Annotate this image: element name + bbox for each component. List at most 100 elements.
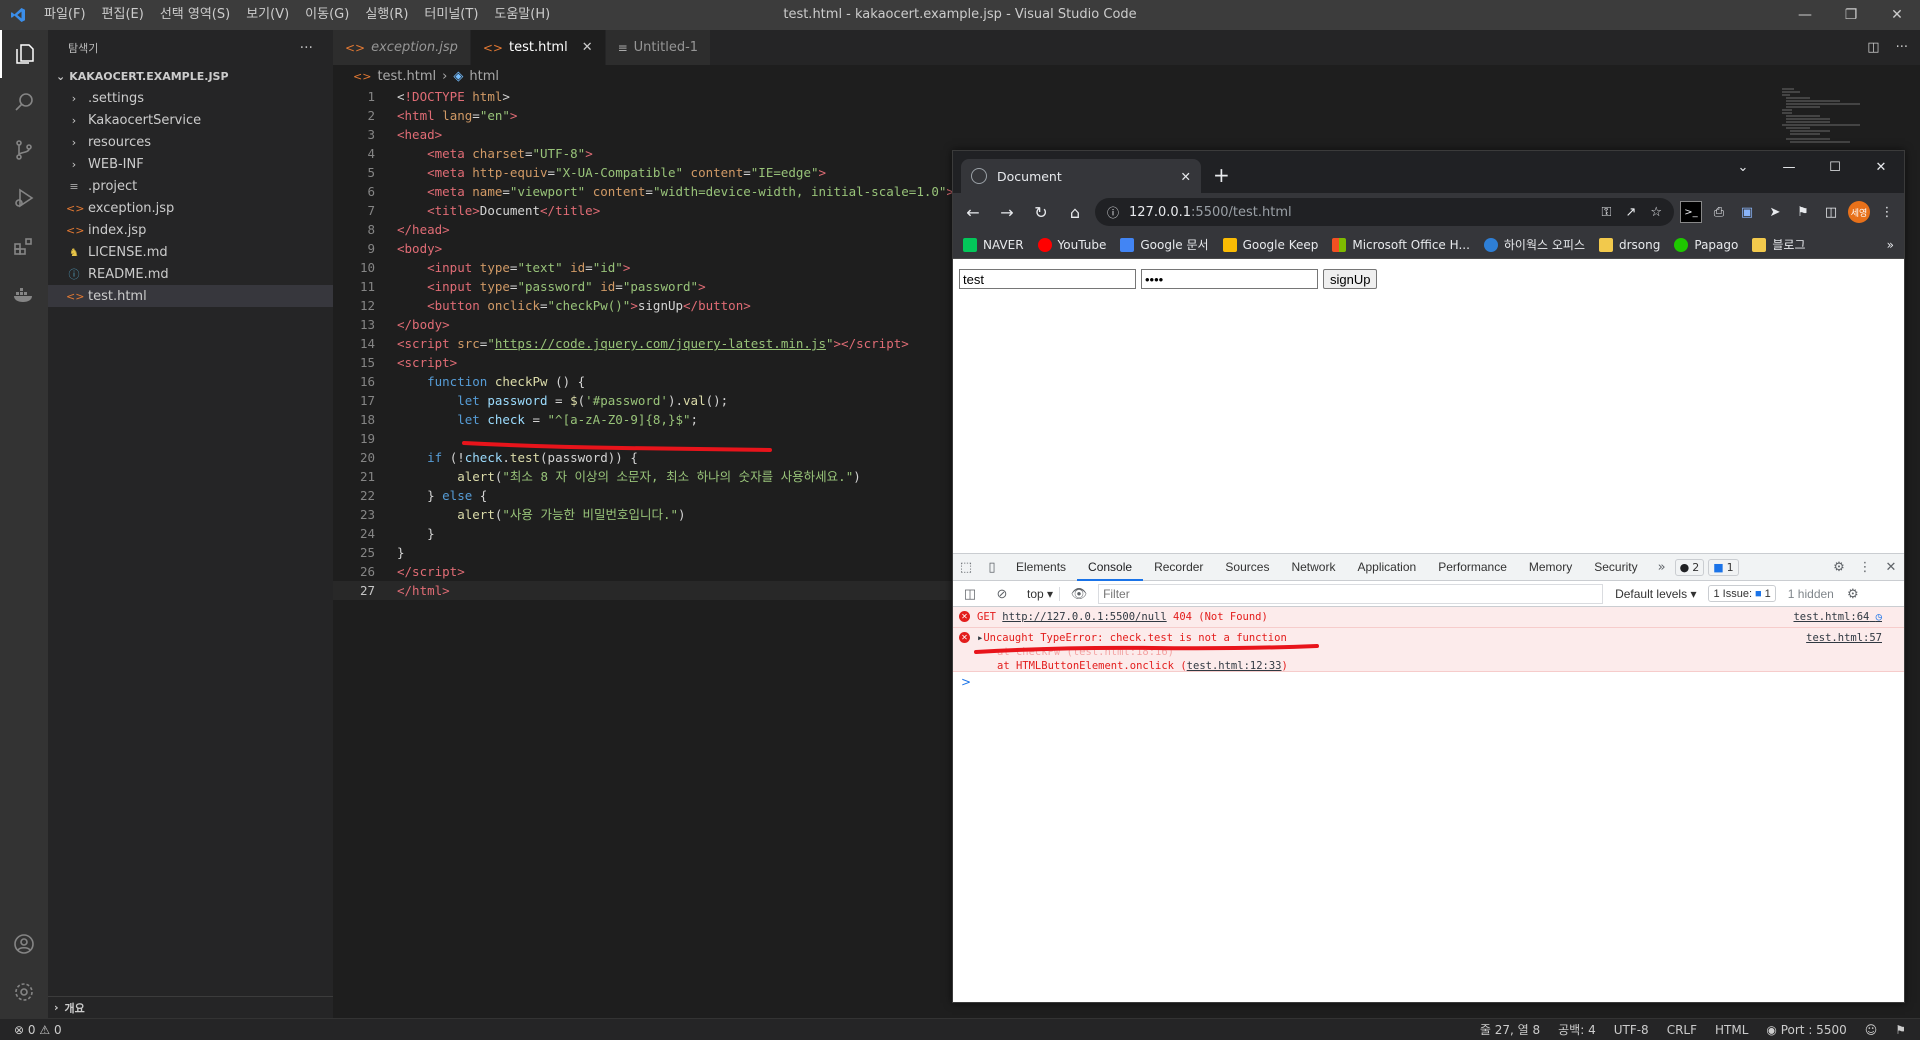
browser-minimize-button[interactable]: — xyxy=(1766,151,1812,183)
tab-network[interactable]: Network xyxy=(1280,554,1346,581)
console-settings-icon[interactable]: ⚙ xyxy=(1840,586,1866,602)
sidebar-toggle-icon[interactable]: ◫ xyxy=(957,586,983,602)
extensions-puzzle-icon[interactable]: ⚑ xyxy=(1792,201,1814,223)
indentation[interactable]: 공백: 4 xyxy=(1558,1021,1596,1038)
tree-folder-settings[interactable]: › .settings xyxy=(48,87,333,109)
minimap[interactable] xyxy=(1780,87,1900,147)
outline-section[interactable]: › 개요 xyxy=(48,996,333,1018)
menu-run[interactable]: 실행(R) xyxy=(357,0,416,30)
tree-file-exception-jsp[interactable]: <> exception.jsp xyxy=(48,197,333,219)
browser-maximize-button[interactable]: ☐ xyxy=(1812,151,1858,183)
breadcrumb-element[interactable]: html xyxy=(469,69,499,84)
password-input[interactable] xyxy=(1141,269,1318,289)
encoding[interactable]: UTF-8 xyxy=(1614,1023,1649,1037)
tab-console[interactable]: Console xyxy=(1077,554,1144,581)
bookmark-blog[interactable]: 블로그 xyxy=(1752,236,1805,253)
menu-file[interactable]: 파일(F) xyxy=(36,0,94,30)
log-levels-dropdown[interactable]: Default levels ▾ xyxy=(1609,587,1702,601)
tree-folder-resources[interactable]: › resources xyxy=(48,131,333,153)
bookmark-drsong[interactable]: drsong xyxy=(1599,237,1660,252)
signup-button[interactable]: signUp xyxy=(1323,269,1378,289)
tree-file-license[interactable]: ♞ LICENSE.md xyxy=(48,241,333,263)
stack-link[interactable]: test.html:12:33 xyxy=(1187,660,1282,672)
line-endings[interactable]: CRLF xyxy=(1667,1023,1697,1037)
cursor-extension-icon[interactable]: ➤ xyxy=(1764,201,1786,223)
tab-exception-jsp[interactable]: <> exception.jsp xyxy=(333,30,471,65)
issues-badge[interactable]: 1 Issue: ■ 1 xyxy=(1708,585,1776,602)
key-icon[interactable]: ⚿ xyxy=(1602,205,1612,220)
source-link[interactable]: test.html:64 ◷ xyxy=(1793,610,1882,624)
feedback-icon[interactable]: ☺ xyxy=(1865,1023,1878,1037)
cursor-position[interactable]: 줄 27, 열 8 xyxy=(1480,1021,1540,1038)
bookmark-google-docs[interactable]: Google 문서 xyxy=(1120,236,1209,253)
terminal-extension-icon[interactable]: >_ xyxy=(1680,201,1702,223)
bookmark-papago[interactable]: Papago xyxy=(1674,237,1738,252)
close-tab-icon[interactable]: ✕ xyxy=(1181,169,1191,184)
language-mode[interactable]: HTML xyxy=(1715,1023,1748,1037)
devtools-close-icon[interactable]: ✕ xyxy=(1878,560,1904,575)
browser-close-button[interactable]: ✕ xyxy=(1858,151,1904,183)
tab-search-icon[interactable]: ⌄ xyxy=(1720,151,1766,183)
tree-file-project[interactable]: ≡ .project xyxy=(48,175,333,197)
source-control-icon[interactable] xyxy=(0,126,48,174)
more-bookmarks-icon[interactable]: » xyxy=(1887,238,1894,252)
restore-button[interactable]: ❐ xyxy=(1828,0,1874,30)
info-count-badge[interactable]: ■ 1 xyxy=(1708,558,1739,576)
tab-elements[interactable]: Elements xyxy=(1005,554,1077,581)
devtools-settings-icon[interactable]: ⚙ xyxy=(1826,560,1852,575)
devtools-menu-icon[interactable]: ⋮ xyxy=(1852,560,1878,575)
menu-help[interactable]: 도움말(H) xyxy=(486,0,558,30)
menu-view[interactable]: 보기(V) xyxy=(238,0,297,30)
clear-console-icon[interactable]: ⊘ xyxy=(989,586,1015,602)
tree-file-test-html[interactable]: <> test.html xyxy=(48,285,333,307)
browser-tab-document[interactable]: Document ✕ xyxy=(961,159,1201,193)
tab-performance[interactable]: Performance xyxy=(1427,554,1518,581)
reload-icon[interactable]: ↻ xyxy=(1027,198,1055,226)
account-icon[interactable] xyxy=(0,920,48,968)
console-filter-input[interactable] xyxy=(1098,583,1604,604)
inspect-element-icon[interactable]: ⬚ xyxy=(953,560,979,575)
device-toolbar-icon[interactable]: ▯ xyxy=(979,560,1005,575)
more-actions-icon[interactable]: ··· xyxy=(1896,40,1908,55)
back-icon[interactable]: ← xyxy=(959,198,987,226)
eye-icon[interactable]: 👁 xyxy=(1066,586,1092,602)
settings-gear-icon[interactable] xyxy=(0,968,48,1016)
print-extension-icon[interactable]: ⎙ xyxy=(1708,201,1730,223)
bookmark-hiworks[interactable]: 하이웍스 오피스 xyxy=(1483,236,1585,253)
menu-selection[interactable]: 선택 영역(S) xyxy=(152,0,238,30)
code-editor[interactable]: 1 < !DOCTYPE html > 2 <html lang = "en" > 3 <hea… xyxy=(333,87,953,1018)
tab-test-html[interactable]: <> test.html ✕ xyxy=(470,30,606,65)
tree-file-index-jsp[interactable]: <> index.jsp xyxy=(48,219,333,241)
share-icon[interactable]: ↗ xyxy=(1625,205,1636,220)
notifications-bell-icon[interactable]: ⚑ xyxy=(1895,1023,1906,1037)
tab-sources[interactable]: Sources xyxy=(1214,554,1280,581)
more-tabs-icon[interactable]: » xyxy=(1649,560,1675,575)
run-debug-icon[interactable] xyxy=(0,174,48,222)
info-icon[interactable]: ⓘ xyxy=(1107,204,1119,221)
forward-icon[interactable]: → xyxy=(993,198,1021,226)
breadcrumb-file[interactable]: test.html xyxy=(377,69,436,84)
error-count-badge[interactable]: ● 2 xyxy=(1674,558,1705,576)
tab-recorder[interactable]: Recorder xyxy=(1143,554,1214,581)
close-window-button[interactable]: ✕ xyxy=(1874,0,1920,30)
tab-security[interactable]: Security xyxy=(1583,554,1648,581)
extensions-icon[interactable] xyxy=(0,222,48,270)
docker-icon[interactable] xyxy=(0,270,48,318)
minimize-button[interactable]: — xyxy=(1782,0,1828,30)
id-input[interactable] xyxy=(959,269,1136,289)
problems-indicator[interactable]: ⊗ 0 ⚠ 0 xyxy=(14,1023,62,1037)
browser-menu-icon[interactable]: ⋮ xyxy=(1876,201,1898,223)
workspace-folder[interactable]: ⌄ KAKAOCERT.EXAMPLE.JSP xyxy=(48,65,333,87)
tab-untitled-1[interactable]: ≡ Untitled-1 xyxy=(605,30,712,65)
tree-file-readme[interactable]: ⓘ README.md xyxy=(48,263,333,285)
tree-folder-kakaocertservice[interactable]: › KakaocertService xyxy=(48,109,333,131)
tree-folder-web-inf[interactable]: › WEB-INF xyxy=(48,153,333,175)
bookmark-microsoft-office[interactable]: Microsoft Office H... xyxy=(1332,237,1470,252)
console-prompt[interactable]: > xyxy=(953,672,1904,692)
address-bar[interactable]: ⓘ 127.0.0.1:5500/test.html ⚿ ↗ ☆ xyxy=(1095,198,1674,226)
close-icon[interactable]: ✕ xyxy=(582,40,593,55)
bookmark-star-icon[interactable]: ☆ xyxy=(1650,205,1662,220)
menu-go[interactable]: 이동(G) xyxy=(297,0,357,30)
bookmark-youtube[interactable]: YouTube xyxy=(1037,237,1106,252)
context-selector[interactable]: top ▾ xyxy=(1021,586,1061,601)
